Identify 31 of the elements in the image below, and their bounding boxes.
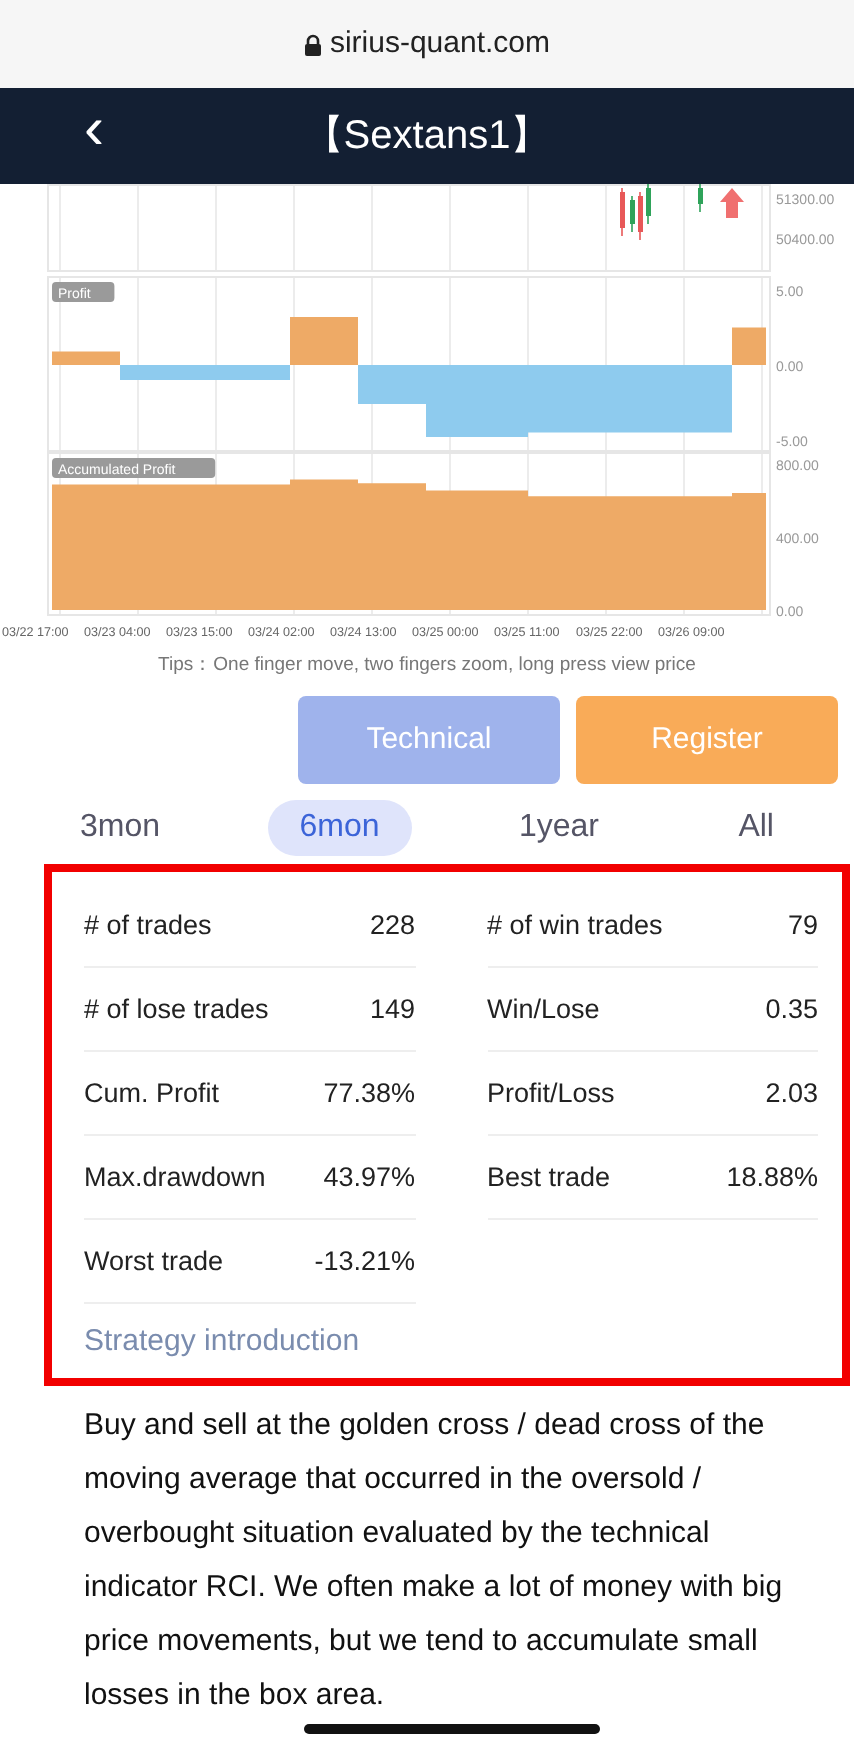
- stat-label: Profit/Loss: [487, 1075, 615, 1112]
- period-tab[interactable]: 3mon: [48, 800, 193, 857]
- stat-value: 2.03: [765, 1075, 818, 1112]
- stat-value: 0.35: [765, 991, 818, 1028]
- section-title: Strategy introduction: [84, 1322, 362, 1363]
- stat-value: 79: [787, 907, 818, 944]
- url-text: sirius-quant.com: [329, 23, 551, 64]
- stat-label: Worst trade: [84, 1243, 224, 1280]
- stat-label: Cum. Profit: [84, 1075, 220, 1112]
- tips-text: Tips：One finger move, two fingers zoom, long press view price: [156, 652, 698, 680]
- back-button[interactable]: ‹: [76, 100, 112, 160]
- page-title: 【Sextans1】: [303, 112, 551, 162]
- stat-label: # of trades: [84, 907, 212, 944]
- stat-value: 149: [369, 991, 415, 1028]
- period-tab[interactable]: 1year: [486, 800, 631, 857]
- stat-label: # of win trades: [487, 907, 663, 944]
- lock-icon: [303, 33, 322, 55]
- stat-label: # of lose trades: [84, 991, 269, 1028]
- stat-label: Max.drawdown: [84, 1159, 266, 1196]
- period-tab[interactable]: 6mon: [267, 800, 412, 857]
- stat-label: Best trade: [487, 1159, 611, 1196]
- candlestick-drawing: [620, 184, 703, 241]
- stat-value: 77.38%: [323, 1075, 415, 1112]
- period-tab[interactable]: All: [706, 800, 806, 857]
- stat-value: -13.21%: [314, 1243, 415, 1280]
- stat-value: 43.97%: [323, 1159, 415, 1196]
- up-arrow-icon: [720, 188, 744, 218]
- stat-value: 18.88%: [726, 1159, 818, 1196]
- stat-value: 228: [369, 907, 415, 944]
- stat-label: Win/Lose: [487, 991, 600, 1028]
- description-text: Buy and sell at the golden cross / dead cross of the moving average that occurred in the oversold / overbought situation evaluated by the technical indicator RCI. We often make a lot of money with big price movements, but we tend to accumulate small losses in the box area.: [84, 1405, 785, 1716]
